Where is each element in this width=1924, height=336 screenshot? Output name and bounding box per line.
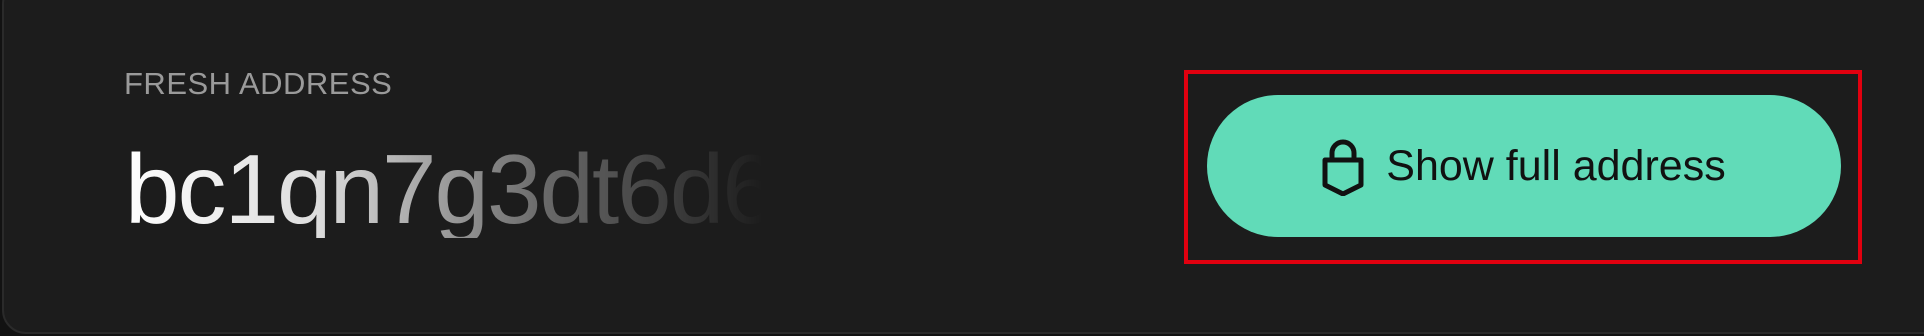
fresh-address-label: FRESH ADDRESS xyxy=(124,66,393,101)
show-full-address-button[interactable]: Show full address xyxy=(1207,95,1841,237)
address-preview: bc1qn7g3dt6d6 xyxy=(125,140,765,238)
show-full-address-label: Show full address xyxy=(1386,141,1726,190)
lock-icon xyxy=(1322,136,1364,196)
